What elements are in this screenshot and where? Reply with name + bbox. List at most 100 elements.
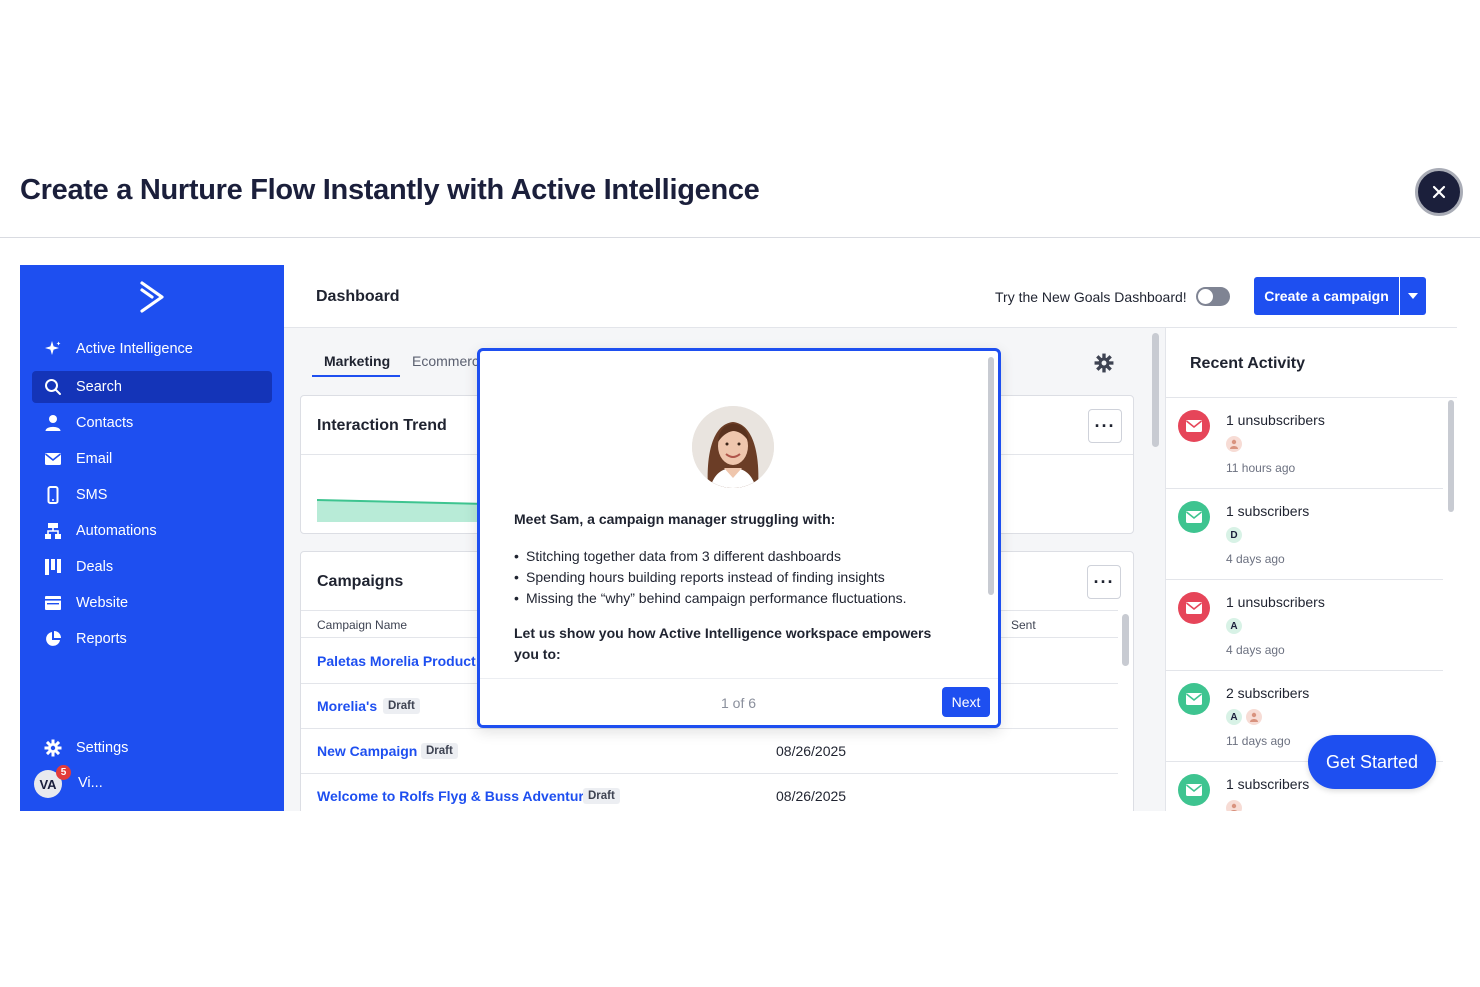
envelope-icon	[44, 450, 62, 468]
activity-text: 1 subscribers	[1226, 503, 1310, 519]
tour-title: Create a Nurture Flow Instantly with Act…	[20, 174, 760, 206]
table-row[interactable]: Welcome to Rolfs Flyg & Buss Adventure D…	[301, 774, 1118, 811]
pie-chart-icon	[44, 630, 62, 648]
website-icon	[44, 594, 62, 612]
activity-text: 1 subscribers	[1226, 776, 1310, 792]
contact-initial: A	[1226, 618, 1242, 634]
sidebar-item-sms[interactable]: SMS	[32, 479, 272, 511]
gear-icon[interactable]	[1094, 353, 1114, 373]
sidebar-item-reports[interactable]: Reports	[32, 623, 272, 655]
more-icon: ···	[1093, 571, 1115, 592]
column-sent[interactable]: Sent	[1011, 618, 1036, 632]
person-icon	[44, 414, 62, 432]
sidebar-item-search[interactable]: Search	[32, 371, 272, 403]
person-icon	[1226, 800, 1242, 811]
tab-ecommerce[interactable]: Ecommerce	[412, 353, 487, 369]
list-item: Stitching together data from 3 different…	[514, 546, 907, 567]
sidebar-item-label: Search	[76, 379, 122, 395]
close-icon	[1432, 185, 1446, 199]
recent-activity-title: Recent Activity	[1190, 355, 1305, 372]
automation-icon	[44, 522, 62, 540]
interaction-trend-title: Interaction Trend	[317, 417, 447, 434]
next-button[interactable]: Next	[942, 687, 990, 717]
create-campaign-button[interactable]: Create a campaign	[1254, 277, 1399, 315]
campaigns-title: Campaigns	[317, 573, 404, 590]
modal-cta-text: Let us show you how Active Intelligence …	[514, 625, 932, 662]
get-started-button[interactable]: Get Started	[1308, 735, 1436, 789]
campaign-name[interactable]: Welcome to Rolfs Flyg & Buss Adventure	[317, 788, 592, 804]
tab-underline	[312, 375, 400, 377]
list-item[interactable]: 1 subscribers D 4 days ago	[1166, 489, 1443, 580]
sidebar-item-label: Email	[76, 451, 113, 467]
close-button[interactable]	[1415, 168, 1463, 216]
sidebar-item-settings[interactable]: Settings	[32, 732, 272, 764]
envelope-icon	[1178, 501, 1210, 533]
list-item[interactable]: 1 unsubscribers 11 hours ago	[1166, 398, 1443, 489]
trend-sparkline	[317, 499, 487, 522]
table-row[interactable]: New Campaign Draft 08/26/2025	[301, 729, 1118, 774]
sidebar-item-label: Deals	[76, 559, 114, 575]
tour-modal: Meet Sam, a campaign manager struggling …	[477, 348, 1001, 728]
more-icon: ···	[1094, 415, 1116, 436]
search-icon	[44, 378, 62, 396]
goals-dashboard-toggle[interactable]	[1196, 287, 1230, 306]
modal-intro: Meet Sam, a campaign manager struggling …	[514, 511, 836, 527]
person-icon	[1246, 709, 1262, 725]
user-name[interactable]: Vi...	[78, 775, 103, 791]
column-campaign-name[interactable]: Campaign Name	[317, 618, 407, 632]
campaigns-more-button[interactable]: ···	[1087, 565, 1121, 599]
activity-text: 1 unsubscribers	[1226, 594, 1325, 610]
goals-dashboard-label: Try the New Goals Dashboard!	[995, 289, 1187, 305]
sidebar-item-label: Settings	[76, 740, 129, 756]
activity-text: 2 subscribers	[1226, 685, 1310, 701]
list-item: Spending hours building reports instead …	[514, 567, 907, 588]
activity-time: 11 days ago	[1226, 734, 1291, 748]
list-item[interactable]: 1 unsubscribers A 4 days ago	[1166, 580, 1443, 671]
modal-scrollbar[interactable]	[988, 357, 994, 595]
sidebar-item-label: SMS	[76, 487, 108, 503]
create-campaign-dropdown[interactable]	[1400, 277, 1426, 315]
tab-marketing[interactable]: Marketing	[324, 353, 390, 369]
list-item: Missing the “why” behind campaign perfor…	[514, 588, 907, 609]
deals-icon	[44, 558, 62, 576]
page-title: Dashboard	[316, 288, 400, 305]
sidebar-item-deals[interactable]: Deals	[32, 551, 272, 583]
envelope-icon	[1178, 592, 1210, 624]
campaign-date: 08/26/2025	[776, 788, 847, 804]
sidebar: Active Intelligence Search Contacts Emai…	[20, 265, 284, 811]
sidebar-item-active-intelligence[interactable]: Active Intelligence	[32, 333, 272, 365]
sidebar-item-automations[interactable]: Automations	[32, 515, 272, 547]
campaigns-scrollbar[interactable]	[1122, 614, 1129, 666]
status-badge: Draft	[583, 788, 620, 804]
status-badge: Draft	[383, 698, 420, 714]
sidebar-item-label: Website	[76, 595, 129, 611]
sidebar-item-label: Reports	[76, 631, 127, 647]
sidebar-item-label: Active Intelligence	[76, 341, 193, 357]
notification-badge: 5	[56, 765, 71, 780]
tour-header: Create a Nurture Flow Instantly with Act…	[0, 154, 1480, 238]
contact-initial: D	[1226, 527, 1242, 543]
campaign-date: 08/26/2025	[776, 743, 847, 759]
activecampaign-logo-icon[interactable]	[138, 279, 168, 315]
activity-scrollbar[interactable]	[1448, 400, 1454, 512]
chevron-down-icon	[1408, 293, 1418, 299]
step-counter: 1 of 6	[721, 695, 757, 711]
envelope-icon	[1178, 683, 1210, 715]
trend-more-button[interactable]: ···	[1088, 409, 1122, 443]
modal-footer: 1 of 6 Next	[480, 678, 998, 725]
contact-initial: A	[1226, 709, 1242, 725]
main-scrollbar[interactable]	[1152, 333, 1159, 447]
sidebar-item-website[interactable]: Website	[32, 587, 272, 619]
campaign-name[interactable]: New Campaign	[317, 743, 417, 759]
activity-time: 4 days ago	[1226, 643, 1285, 657]
envelope-icon	[1178, 774, 1210, 806]
campaign-name[interactable]: Paletas Morelia Product L	[317, 653, 488, 669]
sidebar-item-label: Contacts	[76, 415, 134, 431]
campaign-name[interactable]: Morelia's	[317, 698, 377, 714]
sidebar-item-email[interactable]: Email	[32, 443, 272, 475]
sparkle-icon	[44, 340, 62, 358]
activity-time: 4 days ago	[1226, 552, 1285, 566]
sidebar-item-contacts[interactable]: Contacts	[32, 407, 272, 439]
activity-text: 1 unsubscribers	[1226, 412, 1325, 428]
status-badge: Draft	[421, 743, 458, 759]
